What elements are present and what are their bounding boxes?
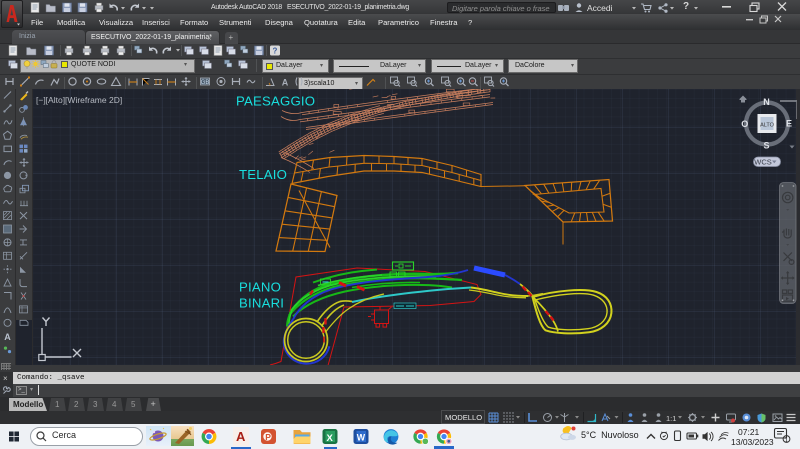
svg-text:A: A xyxy=(4,332,11,342)
svg-text:GB: GB xyxy=(201,80,210,86)
svg-text:?: ? xyxy=(273,47,278,56)
svg-text:A: A xyxy=(282,78,289,88)
